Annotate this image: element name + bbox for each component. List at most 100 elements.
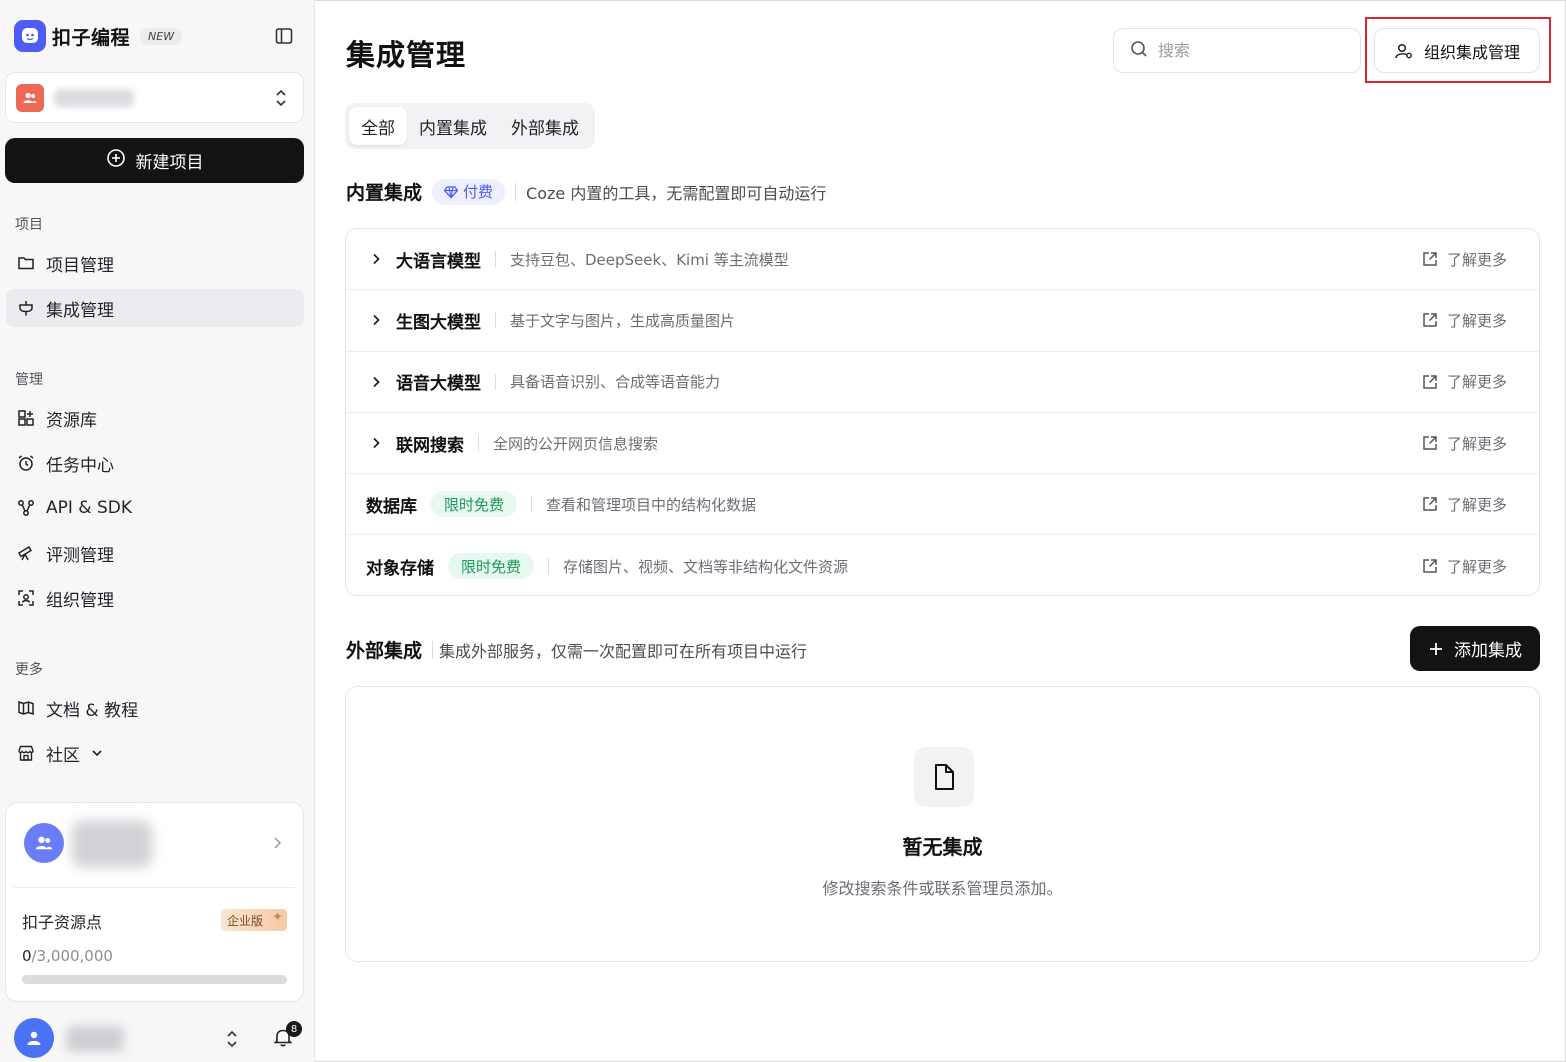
learn-more-label: 了解更多 [1446, 495, 1507, 514]
new-project-button[interactable]: 新建项目 [5, 138, 304, 183]
chevron-right-icon[interactable] [366, 436, 386, 450]
learn-more-label: 了解更多 [1446, 311, 1507, 330]
add-integration-button[interactable]: 添加集成 [1410, 626, 1540, 671]
sidebar-item-label: 任务中心 [46, 455, 114, 476]
integration-name: 数据库 [366, 496, 417, 517]
points-label: 扣子资源点 [22, 913, 103, 932]
sidebar-item-integrations[interactable]: 集成管理 [6, 289, 304, 327]
chevron-right-icon[interactable] [366, 375, 386, 389]
filter-tabs: 全部 内置集成 外部集成 [345, 103, 595, 149]
org-integration-manage-label: 组织集成管理 [1423, 42, 1520, 62]
search-input[interactable] [1158, 41, 1338, 60]
ticket-icon: ✦ [272, 910, 283, 925]
org-integration-manage-button[interactable]: 组织集成管理 [1374, 28, 1540, 73]
book-icon [16, 698, 36, 718]
sidebar-item-api-sdk[interactable]: API & SDK [6, 489, 304, 527]
space-selector[interactable] [5, 72, 304, 123]
plus-circle-icon [106, 148, 126, 173]
nav-section-manage: 管理 [15, 372, 43, 388]
tab-external[interactable]: 外部集成 [499, 107, 591, 145]
folder-icon [16, 253, 36, 273]
sidebar-item-community[interactable]: 社区 [6, 734, 304, 772]
user-avatar-icon[interactable] [14, 1018, 54, 1058]
free-badge: 限时免费 [448, 553, 535, 580]
integration-name: 生图大模型 [396, 312, 481, 333]
divider [14, 887, 295, 888]
search-box[interactable] [1113, 28, 1361, 73]
divider [495, 373, 496, 390]
org-scan-icon [16, 588, 36, 608]
learn-more-link[interactable]: 了解更多 [1421, 229, 1507, 289]
sidebar-item-label: 文档 & 教程 [46, 700, 139, 721]
integration-name: 对象存储 [366, 558, 434, 579]
builtin-section-header: 内置集成 付费 Coze 内置的工具，无需配置即可自动运行 [346, 178, 826, 205]
paid-badge-label: 付费 [463, 183, 494, 201]
user-row: 8 [14, 1018, 304, 1058]
notification-count-badge: 8 [286, 1021, 302, 1037]
paid-badge: 付费 [432, 178, 506, 205]
integration-desc: 查看和管理项目中的结构化数据 [546, 495, 757, 514]
new-project-label: 新建项目 [135, 153, 204, 172]
tab-builtin[interactable]: 内置集成 [407, 107, 499, 145]
sidebar-item-organization[interactable]: 组织管理 [6, 579, 304, 617]
sidebar-item-evaluation[interactable]: 评测管理 [6, 534, 304, 572]
learn-more-link[interactable]: 了解更多 [1421, 352, 1507, 412]
free-badge: 限时免费 [431, 491, 518, 518]
brand[interactable]: 扣子编程 NEW [14, 20, 183, 52]
integration-row-speech[interactable]: 语音大模型 具备语音识别、合成等语音能力 了解更多 [346, 352, 1539, 413]
sidebar-item-label: 项目管理 [46, 255, 114, 276]
integration-desc: 全网的公开网页信息搜索 [493, 434, 659, 453]
store-icon [16, 743, 36, 763]
user-settings-icon [1394, 41, 1414, 61]
integration-row-database[interactable]: 数据库 限时免费 查看和管理项目中的结构化数据 了解更多 [346, 474, 1539, 536]
integration-row-image-gen[interactable]: 生图大模型 基于文字与图片，生成高质量图片 了解更多 [346, 290, 1539, 352]
learn-more-link[interactable]: 了解更多 [1421, 535, 1507, 595]
account-card: 扣子资源点 企业版 ✦ 0/3,000,000 [5, 802, 304, 1002]
divider [432, 640, 434, 659]
grid-plus-icon [16, 408, 36, 428]
divider [548, 558, 550, 575]
integration-name: 大语言模型 [396, 251, 481, 272]
chevron-up-down-icon[interactable] [224, 1028, 240, 1054]
learn-more-link[interactable]: 了解更多 [1421, 413, 1507, 473]
chevron-down-icon [90, 746, 104, 760]
plug-icon [16, 298, 36, 318]
external-link-icon [1421, 557, 1439, 575]
sidebar-item-docs[interactable]: 文档 & 教程 [6, 689, 304, 727]
diamond-icon [444, 185, 459, 199]
integration-name: 语音大模型 [396, 374, 481, 395]
sidebar-item-resources[interactable]: 资源库 [6, 399, 304, 437]
external-link-icon [1421, 373, 1439, 391]
user-name-redacted [66, 1026, 124, 1052]
sidebar-item-label: 集成管理 [46, 300, 114, 321]
points-progress-bar [22, 975, 287, 984]
builtin-section-desc: Coze 内置的工具，无需配置即可自动运行 [526, 183, 827, 203]
sidebar-item-label: 社区 [46, 745, 80, 766]
chevron-right-icon[interactable] [366, 313, 386, 327]
learn-more-link[interactable]: 了解更多 [1421, 290, 1507, 350]
external-link-icon [1421, 250, 1439, 268]
space-name-redacted [54, 88, 134, 107]
sidebar-item-projects[interactable]: 项目管理 [6, 244, 304, 282]
divider [478, 435, 479, 452]
nav-section-more: 更多 [15, 662, 43, 678]
team-avatar-icon [16, 83, 44, 112]
org-avatar-icon[interactable] [24, 823, 64, 863]
tab-all[interactable]: 全部 [349, 107, 407, 145]
sidebar: 扣子编程 NEW 新建项目 项目 项目管理 集成管理 管理 资源库 任务中心 A… [0, 0, 315, 1062]
sidebar-collapse-icon[interactable] [272, 24, 296, 48]
integration-row-object-storage[interactable]: 对象存储 限时免费 存储图片、视频、文档等非结构化文件资源 了解更多 [346, 535, 1539, 595]
external-section-header: 外部集成 集成外部服务，仅需一次配置即可在所有项目中运行 [346, 636, 807, 663]
integration-row-web-search[interactable]: 联网搜索 全网的公开网页信息搜索 了解更多 [346, 413, 1539, 475]
brand-name: 扣子编程 [52, 26, 131, 49]
nav-section-project: 项目 [15, 217, 43, 233]
chevron-right-icon[interactable] [271, 835, 283, 855]
enterprise-badge-label: 企业版 [226, 913, 263, 928]
chevron-right-icon[interactable] [366, 252, 386, 266]
learn-more-link[interactable]: 了解更多 [1421, 474, 1507, 534]
plus-icon [1428, 641, 1444, 657]
learn-more-label: 了解更多 [1446, 373, 1507, 392]
sidebar-item-tasks[interactable]: 任务中心 [6, 444, 304, 482]
integration-row-llm[interactable]: 大语言模型 支持豆包、DeepSeek、Kimi 等主流模型 了解更多 [346, 229, 1539, 291]
empty-desc: 修改搜索条件或联系管理员添加。 [822, 879, 1063, 898]
